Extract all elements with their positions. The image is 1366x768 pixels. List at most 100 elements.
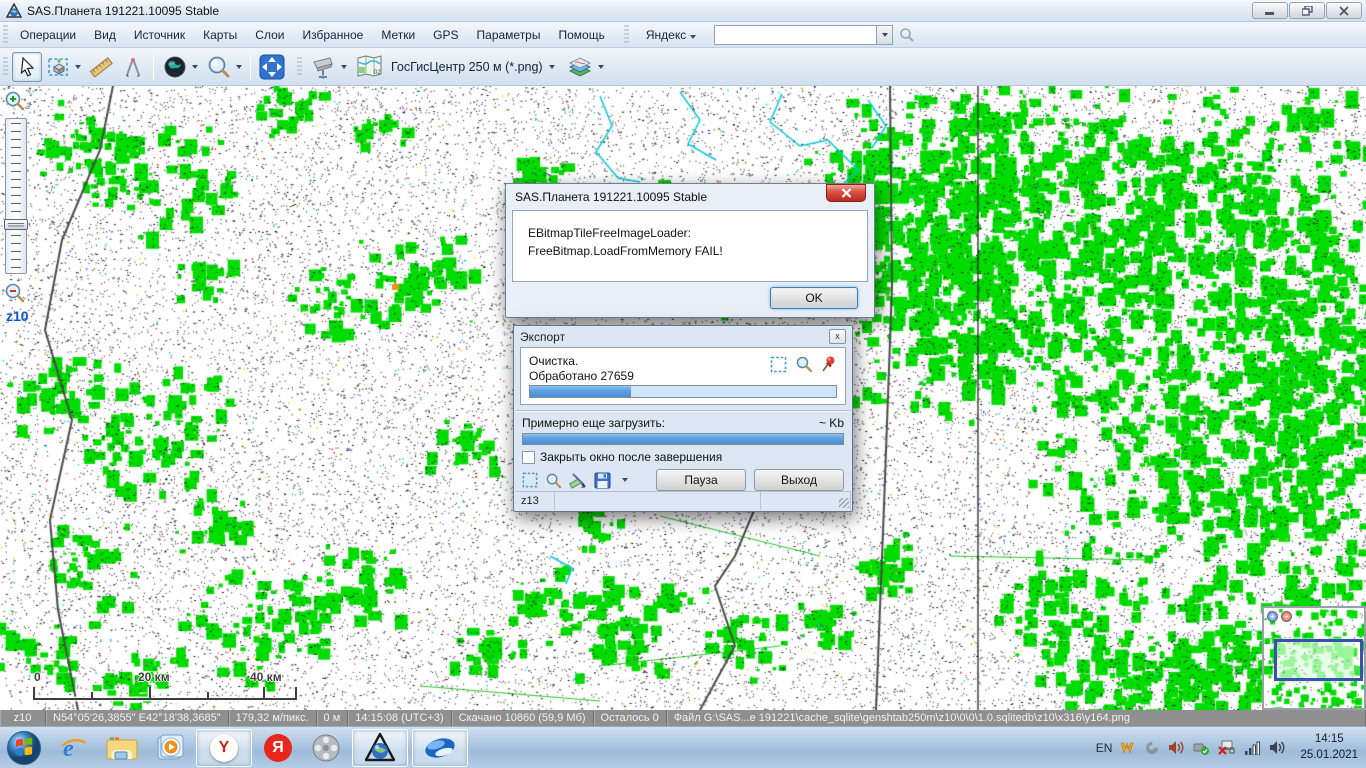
exit-button[interactable]: Выход xyxy=(754,469,844,491)
zoom-tool-button[interactable] xyxy=(203,52,245,82)
search-toolbar-gripper[interactable] xyxy=(624,25,629,45)
zoom-in-icon[interactable] xyxy=(4,90,26,112)
scale-label-0: 0 xyxy=(34,670,41,684)
magnifier-icon[interactable] xyxy=(545,472,562,489)
magnifier-icon[interactable] xyxy=(795,355,813,373)
distance-calc-button[interactable] xyxy=(118,52,148,82)
minimize-button[interactable] xyxy=(1252,2,1288,19)
export-status-cell xyxy=(555,492,761,510)
window-titlebar[interactable]: SAS.Планета 191221.10095 Stable xyxy=(0,0,1366,22)
menu-layers[interactable]: Слои xyxy=(246,24,293,46)
restore-button[interactable] xyxy=(1289,2,1325,19)
pin-icon[interactable] xyxy=(821,355,837,373)
chevron-down-icon[interactable] xyxy=(622,478,628,482)
menu-source[interactable]: Источник xyxy=(125,24,194,46)
zoom-slider-handle[interactable] xyxy=(4,219,28,230)
svg-text:02: 02 xyxy=(374,70,381,76)
menu-marks[interactable]: Метки xyxy=(372,24,424,46)
tray-signal-icon[interactable] xyxy=(1244,741,1261,755)
ruler-tool-button[interactable] xyxy=(86,52,116,82)
map-source-icon-button[interactable]: 02 xyxy=(352,52,386,82)
status-time: 14:15:08 (UTC+3) xyxy=(348,710,451,726)
taskbar-yandex-browser[interactable]: Y xyxy=(196,729,252,767)
pause-button[interactable]: Пауза xyxy=(656,469,746,491)
save-icon[interactable] xyxy=(594,472,611,489)
magnifier-icon xyxy=(206,54,232,80)
scale-ruler xyxy=(32,685,300,703)
taskbar-yandex[interactable]: Я xyxy=(256,729,300,767)
export-dialog-title: Экспорт xyxy=(520,330,565,344)
tray-swirl-icon[interactable] xyxy=(1144,741,1160,755)
pan-cursor-button[interactable] xyxy=(12,52,42,82)
tray-w-icon[interactable] xyxy=(1120,741,1136,755)
fullscreen-arrows-icon xyxy=(259,54,285,80)
close-after-finish-checkbox[interactable] xyxy=(522,451,535,464)
error-dialog-titlebar[interactable]: SAS.Планета 191221.10095 Stable xyxy=(506,184,874,210)
chevron-down-icon[interactable] xyxy=(549,65,555,69)
toolbar-gripper[interactable] xyxy=(3,57,8,77)
status-remaining: Осталось 0 xyxy=(594,710,667,726)
menu-maps[interactable]: Карты xyxy=(194,24,246,46)
status-zoom: z10 xyxy=(0,710,46,726)
taskbar-file-explorer[interactable] xyxy=(100,729,144,767)
start-button[interactable] xyxy=(4,728,44,768)
toolbar-gripper[interactable] xyxy=(297,57,302,77)
fullscreen-button[interactable] xyxy=(256,52,288,82)
gps-receiver-icon xyxy=(309,54,337,80)
overview-minimap[interactable]: + − xyxy=(1262,606,1366,710)
menu-parameters[interactable]: Параметры xyxy=(468,24,550,46)
search-combo-dropdown-button[interactable] xyxy=(876,25,893,45)
film-reel-icon xyxy=(311,733,341,763)
ok-button[interactable]: OK xyxy=(770,287,858,309)
tray-usb-icon[interactable] xyxy=(1193,740,1210,755)
taskbar-sas-planet[interactable] xyxy=(352,729,408,767)
search-provider-dropdown[interactable]: Яндекс xyxy=(638,24,700,46)
zoom-slider-track[interactable] xyxy=(5,118,27,274)
chevron-down-icon xyxy=(882,33,888,37)
tray-network-error-icon[interactable] xyxy=(1218,740,1236,755)
select-region-icon xyxy=(47,55,71,79)
search-icon[interactable] xyxy=(899,27,915,43)
cursor-arrow-icon xyxy=(17,56,37,78)
search-input[interactable] xyxy=(714,25,876,45)
taskbar-media-player[interactable] xyxy=(148,729,192,767)
zoom-slider-ticks xyxy=(11,123,21,269)
menu-view[interactable]: Вид xyxy=(85,24,125,46)
layers-button[interactable] xyxy=(563,52,607,82)
taskbar-internet-explorer[interactable]: e xyxy=(52,729,96,767)
minimap-zoom-in-button[interactable]: + xyxy=(1267,611,1278,622)
gps-connect-button[interactable] xyxy=(306,52,350,82)
menu-help[interactable]: Помощь xyxy=(549,24,613,46)
toolbar-separator xyxy=(250,54,251,80)
active-map-source-label[interactable]: ГосГисЦентр 250 м (*.png) xyxy=(391,60,543,74)
minimap-zoom-out-button[interactable]: − xyxy=(1281,611,1292,622)
selection-tool-button[interactable] xyxy=(44,52,84,82)
tray-clock[interactable]: 14:15 25.01.2021 xyxy=(1294,732,1358,763)
compass-divider-icon xyxy=(122,56,144,78)
menu-operations[interactable]: Операции xyxy=(11,24,85,46)
language-indicator[interactable]: EN xyxy=(1096,741,1113,755)
zoom-out-icon[interactable] xyxy=(4,282,26,304)
tray-volume-mixer-icon[interactable] xyxy=(1168,740,1185,755)
select-region-icon[interactable] xyxy=(522,472,538,488)
blue-swoosh-icon xyxy=(423,735,457,761)
minimap-viewport-rect[interactable] xyxy=(1274,639,1363,681)
toolbar-gripper[interactable] xyxy=(3,25,8,45)
error-dialog-close-button[interactable] xyxy=(826,184,866,202)
topo-map-icon: 02 xyxy=(355,54,383,80)
download-progress-fill xyxy=(523,434,843,444)
route-tools-icon[interactable]: 2 xyxy=(569,472,587,489)
close-button[interactable] xyxy=(1326,2,1362,19)
tray-speaker-icon[interactable] xyxy=(1269,740,1286,755)
map-projection-button[interactable] xyxy=(159,52,201,82)
taskbar-media-player-classic[interactable] xyxy=(304,729,348,767)
select-region-icon[interactable] xyxy=(770,356,787,373)
export-dialog-titlebar[interactable]: Экспорт x xyxy=(514,326,852,347)
export-dialog-close-button[interactable]: x xyxy=(829,329,846,344)
menu-favorites[interactable]: Избранное xyxy=(293,24,372,46)
chevron-down-icon xyxy=(341,65,347,69)
resize-grip[interactable] xyxy=(839,498,849,508)
scale-label-40: 40 км xyxy=(250,670,282,684)
menu-gps[interactable]: GPS xyxy=(424,24,467,46)
taskbar-blue-app[interactable] xyxy=(412,729,468,767)
